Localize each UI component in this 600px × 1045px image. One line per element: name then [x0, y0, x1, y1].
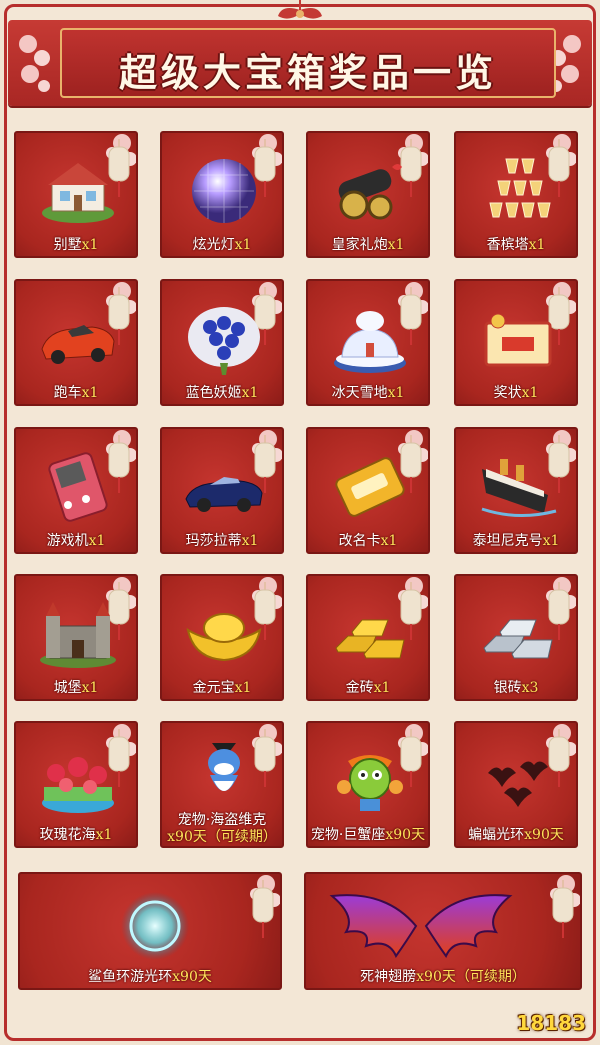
bat-halo-icon	[488, 761, 548, 807]
prize-name: 银砖	[493, 680, 522, 696]
prize-quantity: x1	[387, 385, 405, 401]
plum-blossom-icon	[19, 35, 50, 92]
prize-card-game-console: 游戏机x1	[14, 427, 138, 554]
certificate-icon	[484, 313, 552, 367]
maserati-icon	[185, 477, 263, 512]
prize-name: 玛莎拉蒂	[185, 533, 242, 549]
villa-icon	[42, 163, 114, 223]
rename-card-icon	[335, 457, 405, 517]
prize-quantity: x1	[380, 533, 398, 549]
sports-car-icon	[41, 325, 115, 364]
prize-name: 泰坦尼克号	[472, 533, 543, 549]
prize-card-snow-land: 冰天雪地x1	[306, 279, 430, 406]
prize-name: 皇家礼炮	[331, 237, 388, 253]
prize-card-villa: 别墅x1	[14, 131, 138, 258]
prize-quantity: x90天	[385, 827, 426, 843]
silver-bar-icon	[483, 619, 553, 659]
castle-icon	[40, 602, 116, 668]
cannon-icon	[338, 164, 402, 220]
rose-sea-icon	[42, 757, 114, 813]
prize-name: 改名卡	[338, 533, 381, 549]
prize-quantity: x1	[521, 385, 539, 401]
prize-card-titanic: 泰坦尼克号x1	[454, 427, 578, 554]
prize-card-maserati: 玛莎拉蒂x1	[160, 427, 284, 554]
page-title: 超级大宝箱奖品一览	[118, 51, 497, 95]
prize-name: 别墅	[53, 237, 82, 253]
lantern-icon	[552, 880, 574, 938]
prize-quantity: x90天（可续期）	[416, 969, 526, 985]
prize-name: 炫光灯	[192, 237, 235, 253]
title-plaque: 超级大宝箱奖品一览	[60, 28, 556, 98]
prize-quantity: x90天（可续期）	[167, 829, 277, 845]
prize-card-silver-bar: 银砖x3	[454, 574, 578, 701]
prize-quantity: x1	[95, 827, 113, 843]
game-console-icon	[48, 452, 108, 522]
prize-quantity: x90天	[524, 827, 564, 843]
prize-card-shark-halo: 鲨鱼环游光环x90天	[18, 872, 282, 990]
prize-quantity: x1	[542, 533, 560, 549]
prize-card-castle: 城堡x1	[14, 574, 138, 701]
prize-name: 蓝色妖姬	[185, 385, 242, 401]
shark-halo-icon	[121, 892, 189, 960]
prize-name: 死神翅膀	[360, 969, 417, 985]
prize-card-cancer-pet: 宠物·巨蟹座x90天	[306, 721, 430, 848]
prize-name: 城堡	[53, 680, 82, 696]
death-wings-icon	[329, 894, 513, 959]
prize-card-pirate-vic: 宠物·海盗维克 x90天（可续期）	[160, 721, 284, 848]
titanic-icon	[481, 459, 557, 518]
prize-quantity: x1	[81, 385, 99, 401]
cancer-pet-icon	[337, 755, 403, 811]
prize-card-gold-ingot: 金元宝x1	[160, 574, 284, 701]
prize-card-royal-cannon: 皇家礼炮x1	[306, 131, 430, 258]
prize-card-bat-halo: 蝙蝠光环x90天	[454, 721, 578, 848]
prize-name: 香槟塔	[486, 237, 529, 253]
prize-quantity: x1	[88, 533, 106, 549]
prize-card-rose-sea: 玫瑰花海x1	[14, 721, 138, 848]
prize-name: 金砖	[345, 680, 374, 696]
pirate-shark-icon	[208, 743, 240, 791]
prize-quantity: x1	[234, 680, 252, 696]
prize-card-disco-light: 炫光灯x1	[160, 131, 284, 258]
prize-card-champagne-tower: 香槟塔x1	[454, 131, 578, 258]
prize-card-rename-card: 改名卡x1	[306, 427, 430, 554]
prize-name: 跑车	[53, 385, 82, 401]
prize-name: 金元宝	[192, 680, 235, 696]
prize-quantity: x1	[373, 680, 391, 696]
prize-quantity: x1	[81, 680, 99, 696]
blue-rose-bouquet-icon	[188, 307, 260, 375]
prize-name: 玫瑰花海	[39, 827, 96, 843]
prize-name: 鲨鱼环游光环	[88, 969, 173, 985]
prize-card-death-wings: 死神翅膀x90天（可续期）	[304, 872, 582, 990]
prize-quantity: x1	[81, 237, 99, 253]
prize-quantity: x1	[234, 237, 252, 253]
title-banner: 超级大宝箱奖品一览	[8, 20, 592, 106]
prize-card-certificate: 奖状x1	[454, 279, 578, 406]
prize-name: 奖状	[493, 385, 522, 401]
prize-name: 游戏机	[46, 533, 89, 549]
disco-ball-icon	[192, 159, 256, 223]
prize-quantity: x90天	[172, 969, 212, 985]
snow-land-icon	[334, 311, 406, 373]
prize-card-gold-bar: 金砖x1	[306, 574, 430, 701]
champagne-tower-icon	[489, 158, 551, 218]
prize-quantity: x1	[241, 533, 259, 549]
prize-name: 宠物·巨蟹座	[310, 827, 386, 843]
prize-quantity: x1	[387, 237, 405, 253]
gold-bar-icon	[335, 619, 405, 659]
prize-name: 蝙蝠光环	[468, 827, 525, 843]
lantern-icon	[252, 880, 274, 938]
prize-name: 宠物·海盗维克	[177, 812, 267, 828]
prize-card-sports-car: 跑车x1	[14, 279, 138, 406]
prize-card-blue-rose: 蓝色妖姬x1	[160, 279, 284, 406]
prize-quantity: x3	[521, 680, 539, 696]
prize-quantity: x1	[241, 385, 259, 401]
prize-quantity: x1	[528, 237, 546, 253]
gold-ingot-icon	[186, 613, 262, 662]
watermark-logo: 18183	[516, 1011, 586, 1035]
prize-name: 冰天雪地	[331, 385, 388, 401]
